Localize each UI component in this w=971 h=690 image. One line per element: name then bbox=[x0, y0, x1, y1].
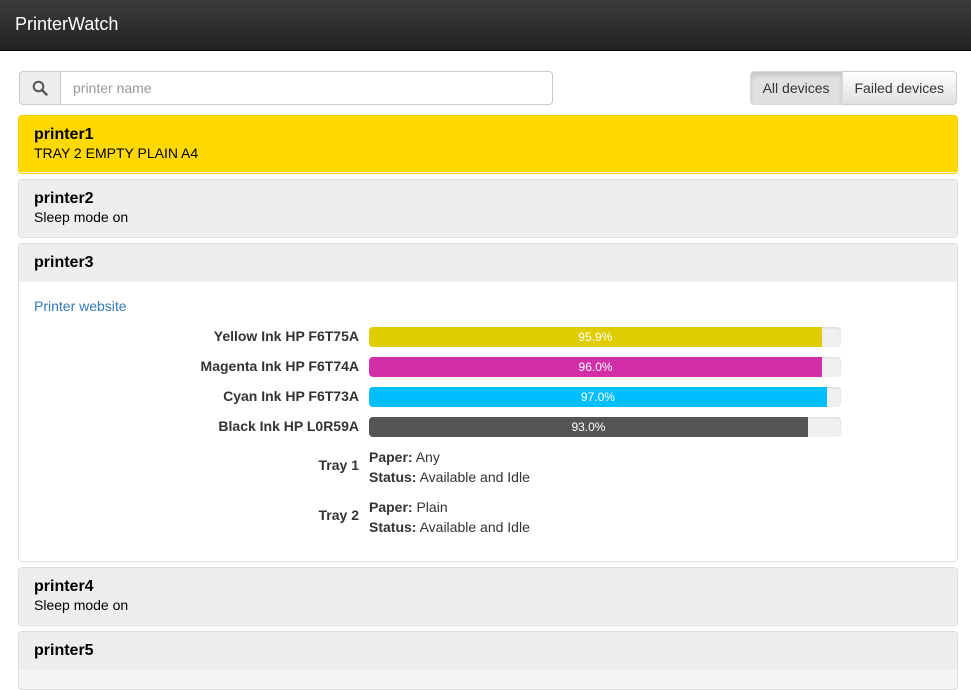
printer-status: Sleep mode on bbox=[34, 597, 129, 613]
paper-value: Plain bbox=[416, 499, 448, 515]
printer-website-link[interactable]: Printer website bbox=[34, 298, 127, 314]
ink-progress: 95.9% bbox=[369, 327, 841, 347]
search-input[interactable] bbox=[60, 71, 553, 105]
paper-label: Paper: bbox=[369, 499, 413, 515]
printer-panel-printer1[interactable]: printer1 TRAY 2 EMPTY PLAIN A4 bbox=[18, 115, 958, 174]
ink-progress: 97.0% bbox=[369, 387, 841, 407]
status-label: Status: bbox=[369, 469, 417, 485]
ink-label: Magenta Ink HP F6T74A bbox=[200, 358, 359, 374]
ink-progress-bar: 97.0% bbox=[369, 387, 827, 407]
printer-heading[interactable]: printer1 TRAY 2 EMPTY PLAIN A4 bbox=[19, 116, 957, 172]
app-title[interactable]: PrinterWatch bbox=[15, 14, 118, 34]
paper-label: Paper: bbox=[369, 449, 413, 465]
printer-status: TRAY 2 EMPTY PLAIN A4 bbox=[34, 145, 199, 161]
printer-heading[interactable]: printer5 bbox=[19, 632, 957, 670]
printer-name: printer2 bbox=[34, 190, 94, 207]
tray-row-1: Tray 1 Paper: Any Status: Available and … bbox=[19, 447, 957, 487]
status-value: Available and Idle bbox=[419, 469, 530, 485]
ink-label: Yellow Ink HP F6T75A bbox=[213, 328, 359, 344]
printer-name: printer4 bbox=[34, 578, 94, 595]
printer-name: printer1 bbox=[34, 126, 94, 143]
failed-devices-button[interactable]: Failed devices bbox=[842, 71, 957, 105]
status-label: Status: bbox=[369, 519, 417, 535]
printer-name: printer5 bbox=[34, 642, 94, 659]
printer-details: Printer website Yellow Ink HP F6T75A 95.… bbox=[19, 282, 957, 561]
printer-heading[interactable]: printer4 Sleep mode on bbox=[19, 568, 957, 624]
printer-heading[interactable]: printer3 bbox=[19, 244, 957, 282]
ink-progress-bar: 96.0% bbox=[369, 357, 823, 377]
filter-button-group: All devices Failed devices bbox=[749, 71, 957, 105]
toolbar: All devices Failed devices bbox=[19, 71, 957, 105]
printer-heading[interactable]: printer2 Sleep mode on bbox=[19, 180, 957, 236]
ink-row-cyan: Cyan Ink HP F6T73A 97.0% bbox=[19, 387, 957, 407]
ink-row-yellow: Yellow Ink HP F6T75A 95.9% bbox=[19, 327, 957, 347]
printer-panel-printer2[interactable]: printer2 Sleep mode on bbox=[18, 179, 958, 238]
tray-info: Paper: Any Status: Available and Idle bbox=[369, 447, 530, 487]
search-icon bbox=[19, 71, 60, 105]
printer-status: Sleep mode on bbox=[34, 209, 129, 225]
status-value: Available and Idle bbox=[419, 519, 530, 535]
ink-label: Cyan Ink HP F6T73A bbox=[223, 388, 359, 404]
ink-progress: 96.0% bbox=[369, 357, 841, 377]
ink-progress-bar: 93.0% bbox=[369, 417, 808, 437]
printer-name: printer3 bbox=[34, 254, 94, 271]
tray-label: Tray 2 bbox=[318, 507, 359, 523]
printer-panel-printer4[interactable]: printer4 Sleep mode on bbox=[18, 567, 958, 626]
printer-panel-printer3: printer3 Printer website Yellow Ink HP F… bbox=[18, 243, 958, 562]
ink-row-magenta: Magenta Ink HP F6T74A 96.0% bbox=[19, 357, 957, 377]
ink-label: Black Ink HP L0R59A bbox=[218, 418, 359, 434]
tray-info: Paper: Plain Status: Available and Idle bbox=[369, 497, 530, 537]
navbar: PrinterWatch bbox=[0, 0, 971, 51]
tray-label: Tray 1 bbox=[318, 457, 359, 473]
ink-progress-bar: 95.9% bbox=[369, 327, 822, 347]
paper-value: Any bbox=[415, 449, 440, 465]
all-devices-button[interactable]: All devices bbox=[749, 71, 843, 105]
tray-row-2: Tray 2 Paper: Plain Status: Available an… bbox=[19, 497, 957, 537]
printer-panel-printer5[interactable]: printer5 bbox=[18, 631, 958, 690]
ink-progress: 93.0% bbox=[369, 417, 841, 437]
ink-row-black: Black Ink HP L0R59A 93.0% bbox=[19, 417, 957, 437]
search-group bbox=[19, 71, 553, 105]
